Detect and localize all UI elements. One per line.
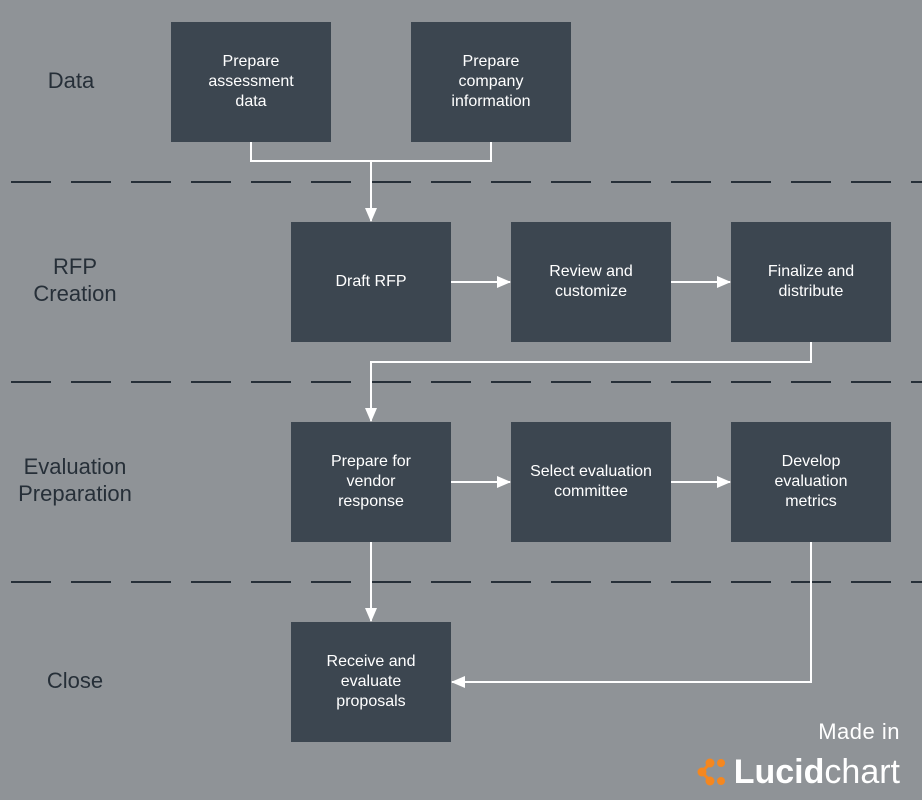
node-label: Prepare assessment data xyxy=(208,53,294,110)
lane-label-data: Data xyxy=(47,68,95,93)
node-label: Draft RFP xyxy=(335,273,407,290)
node-select-evaluation-committee[interactable]: Select evaluation committee xyxy=(511,422,671,542)
node-label: Prepare for vendor response xyxy=(330,453,412,510)
made-in-text: Made in xyxy=(818,719,900,744)
lucidchart-logo[interactable]: Lucid chart xyxy=(694,750,900,794)
node-prepare-company-information[interactable]: Prepare company information xyxy=(411,22,571,142)
node-receive-and-evaluate-proposals[interactable]: Receive and evaluate proposals xyxy=(291,622,451,742)
node-draft-rfp[interactable]: Draft RFP xyxy=(291,222,451,342)
node-develop-evaluation-metrics[interactable]: Develop evaluation metrics xyxy=(731,422,891,542)
node-finalize-and-distribute[interactable]: Finalize and distribute xyxy=(731,222,891,342)
node-label: Develop evaluation metrics xyxy=(774,453,848,510)
lane-label-close: Close xyxy=(46,668,104,693)
lucidchart-logo-icon xyxy=(697,758,725,786)
node-prepare-for-vendor-response[interactable]: Prepare for vendor response xyxy=(291,422,451,542)
node-label: Prepare company information xyxy=(451,53,531,110)
logo-text-lucid: Lucid xyxy=(733,752,825,791)
connector-assessment-to-merge xyxy=(250,142,371,162)
connector-develop-to-receive xyxy=(451,542,812,688)
node-label: Review and customize xyxy=(549,263,633,300)
node-label: Receive and evaluate proposals xyxy=(326,653,416,710)
node-label: Select evaluation committee xyxy=(530,463,652,500)
node-review-and-customize[interactable]: Review and customize xyxy=(511,222,671,342)
connector-company-to-merge xyxy=(371,142,492,162)
logo-text-chart: chart xyxy=(824,752,900,791)
node-label: Finalize and distribute xyxy=(767,263,855,300)
lane-label-rfp-creation: RFP Creation xyxy=(33,254,117,306)
lane-label-evaluation-preparation: Evaluation Preparation xyxy=(18,454,132,506)
node-prepare-assessment-data[interactable]: Prepare assessment data xyxy=(171,22,331,142)
